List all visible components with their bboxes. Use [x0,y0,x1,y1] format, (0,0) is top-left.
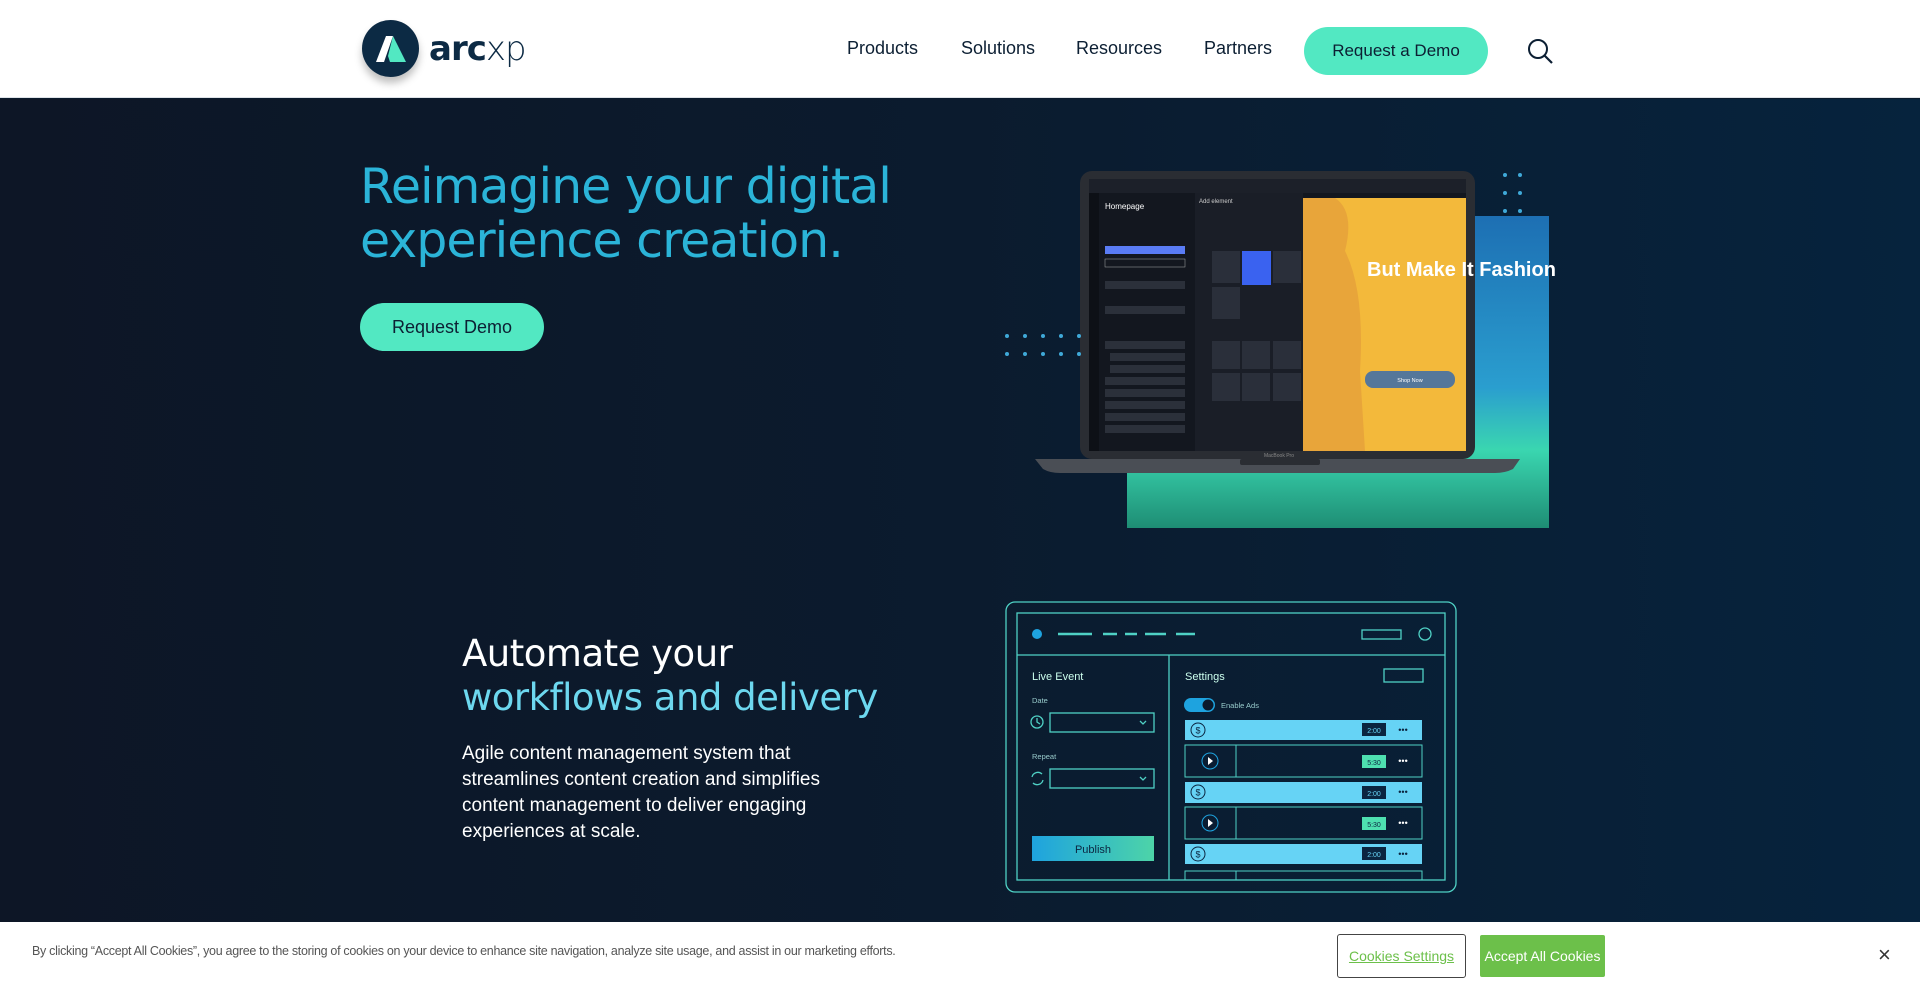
svg-text:•••: ••• [1398,787,1407,797]
svg-text:5:30: 5:30 [1367,760,1381,767]
accept-all-cookies-button[interactable]: Accept All Cookies [1480,935,1605,977]
svg-text:2:00: 2:00 [1367,728,1381,735]
svg-text:Enable Ads: Enable Ads [1221,701,1259,710]
svg-text:•••: ••• [1398,818,1407,828]
hero-title: Reimagine your digital experience creati… [360,158,892,269]
live-event-title: Live Event [1032,671,1083,683]
cookie-banner: By clicking “Accept All Cookies”, you ag… [0,922,1920,993]
svg-text:•••: ••• [1398,725,1407,735]
laptop-page-title: Homepage [1105,202,1145,211]
dot-grid-left [1005,334,1081,356]
shop-now-button: Shop Now [1397,378,1422,384]
promo-heading: But Make It Fashion [1367,259,1555,281]
row-ad-3: $2:00 ••• [1185,844,1422,864]
section-title: Automate your workflows and delivery [462,632,878,719]
laptop-panel-title: Add element [1199,199,1233,205]
settings-title: Settings [1185,671,1225,683]
cookie-text: By clicking “Accept All Cookies”, you ag… [32,944,896,958]
request-demo-button[interactable]: Request a Demo [1304,27,1488,75]
workflow-illustration: Live Event Date Repeat Publish Settings … [1005,601,1457,893]
svg-text:•••: ••• [1398,756,1407,766]
nav-partners[interactable]: Partners [1204,38,1272,59]
site-header: arcxp Products Solutions Resources Partn… [0,0,1920,98]
svg-text:$: $ [1195,788,1200,798]
svg-text:$: $ [1195,850,1200,860]
hero-request-demo-button[interactable]: Request Demo [360,303,544,351]
row-video-2: 5:30 ••• [1184,806,1423,840]
logo-mark-icon [362,20,419,77]
svg-text:2:00: 2:00 [1367,791,1381,798]
svg-text:2:00: 2:00 [1367,852,1381,859]
row-ad-2: $2:00 ••• [1185,782,1422,803]
logo-text: arcxp [429,28,527,69]
row-ad-1: $2:00 ••• [1185,720,1422,740]
nav-resources[interactable]: Resources [1076,38,1162,59]
svg-text:•••: ••• [1398,849,1407,859]
svg-text:$: $ [1195,726,1200,736]
hero-section [0,99,1920,922]
laptop-illustration: Homepage Add element But Make It Fashion… [1035,171,1556,546]
nav-products[interactable]: Products [847,38,918,59]
close-icon[interactable]: × [1878,942,1891,968]
row-video-1: 5:30 ••• [1184,744,1423,778]
date-label: Date [1032,696,1048,705]
cookies-settings-button[interactable]: Cookies Settings [1337,934,1466,978]
svg-text:Publish: Publish [1075,844,1111,856]
section-body: Agile content management system that str… [462,743,821,842]
search-icon[interactable] [1527,38,1555,71]
svg-text:5:30: 5:30 [1367,822,1381,829]
laptop-brand: MacBook Pro [1264,453,1294,459]
arcxp-logo[interactable]: arcxp [362,20,527,77]
repeat-label: Repeat [1032,752,1057,761]
nav-solutions[interactable]: Solutions [961,38,1035,59]
